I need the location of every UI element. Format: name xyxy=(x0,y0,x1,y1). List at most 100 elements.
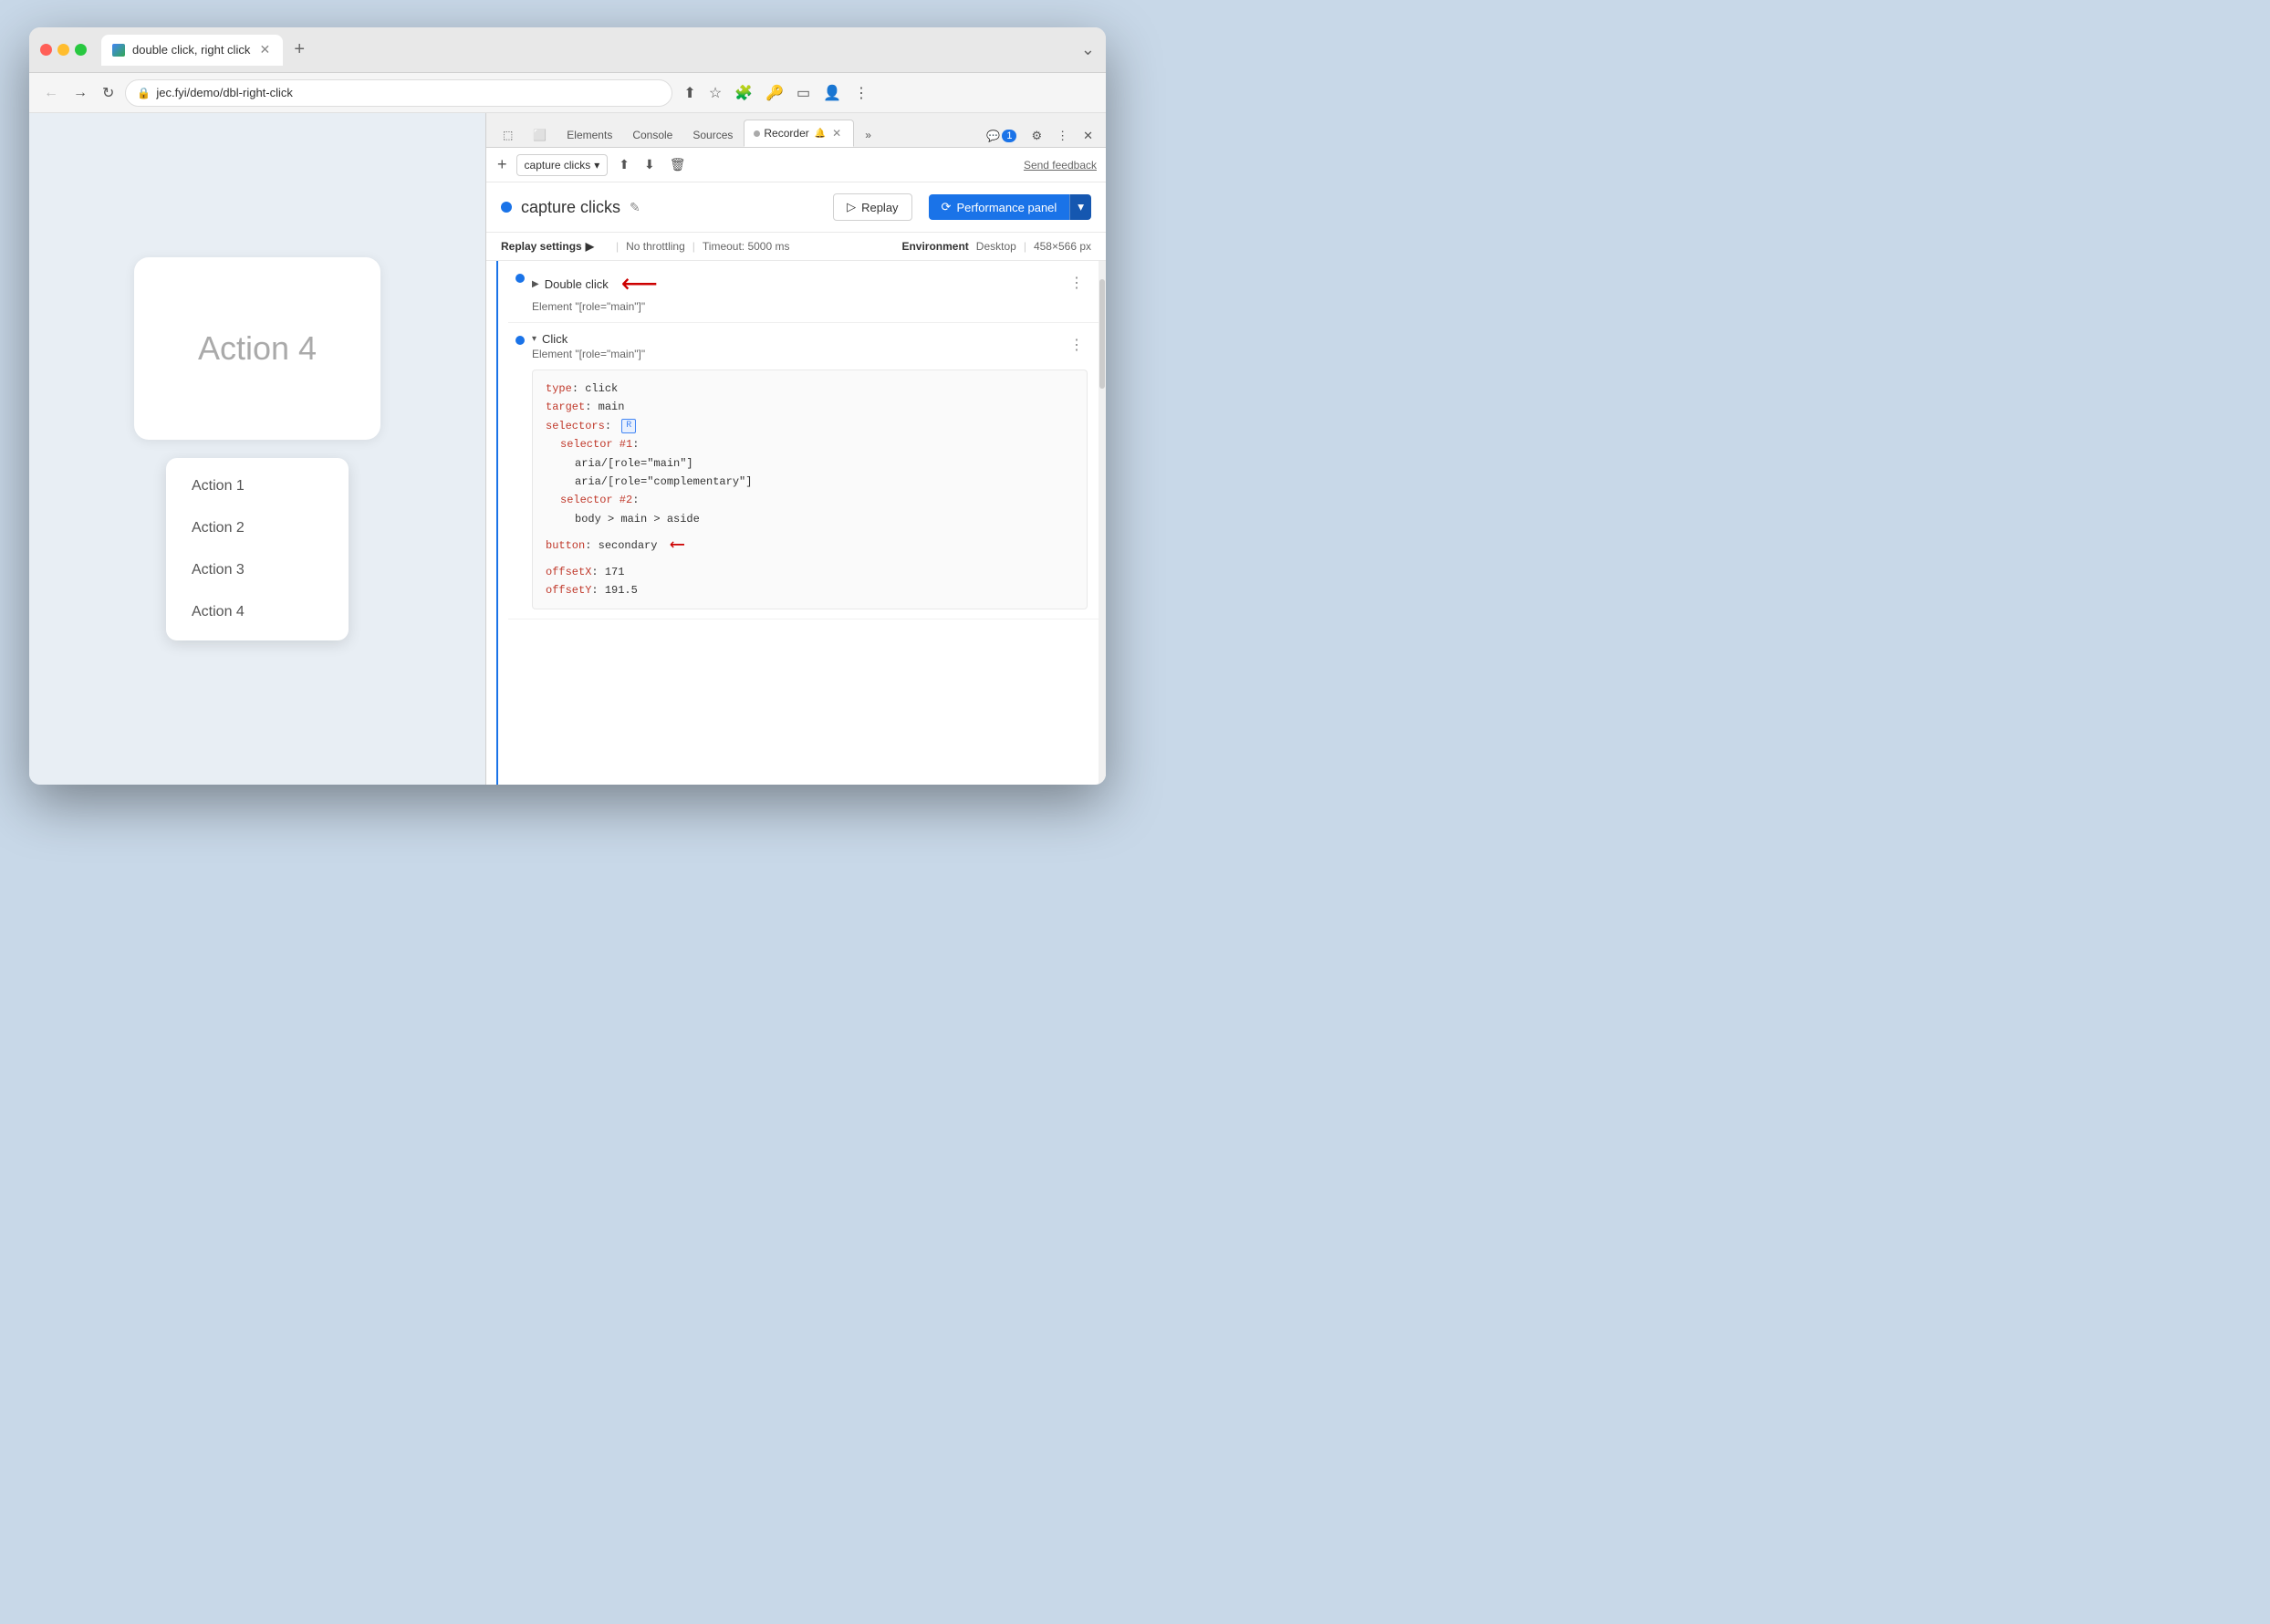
actions-area: ▶ Double click ⟵ Element "[role="main"]"… xyxy=(486,261,1106,785)
desktop-label: Desktop xyxy=(976,240,1016,253)
replay-label: Replay xyxy=(861,201,898,214)
replay-button[interactable]: ▷ Replay xyxy=(833,193,911,221)
maximize-traffic-light[interactable] xyxy=(75,44,87,56)
expand-arrow-2: ▾ xyxy=(532,334,536,344)
selector-icon[interactable]: R xyxy=(621,419,636,433)
import-button[interactable]: ⬇ xyxy=(640,153,659,176)
edit-title-icon[interactable]: ✎ xyxy=(630,200,640,215)
expand-arrow-1: ▶ xyxy=(532,279,539,289)
tab-more[interactable]: » xyxy=(856,123,880,147)
code-key-type: type xyxy=(546,382,572,395)
console-badge-button[interactable]: 💬 1 xyxy=(981,126,1022,146)
nav-bar: ← → ↻ 🔒 jec.fyi/demo/dbl-right-click ⬆ ☆… xyxy=(29,73,1106,113)
extensions-icon[interactable]: 🧩 xyxy=(731,80,756,106)
code-key-button: button xyxy=(546,539,585,552)
console-badge: 1 xyxy=(1002,130,1016,142)
timeout-label: Timeout: 5000 ms xyxy=(703,240,790,253)
action-info-1: ▶ Double click ⟵ Element "[role="main"]" xyxy=(532,270,1066,313)
minimize-traffic-light[interactable] xyxy=(57,44,69,56)
back-button[interactable]: ← xyxy=(40,81,62,105)
sidebar-toggle-icon[interactable]: ▭ xyxy=(793,80,814,106)
more-icon[interactable]: ⋮ xyxy=(850,80,872,106)
page-content: Action 4 Action 1 Action 2 Action 3 Acti… xyxy=(134,257,380,640)
dropdown-item-1[interactable]: Action 1 xyxy=(166,465,349,507)
action-menu-2[interactable]: ⋮ xyxy=(1066,332,1088,358)
code-key-offsety: offsetY xyxy=(546,584,591,597)
actions-list: ▶ Double click ⟵ Element "[role="main"]"… xyxy=(508,261,1099,785)
new-tab-button[interactable]: + xyxy=(286,36,312,64)
export-button[interactable]: ⬆ xyxy=(615,153,633,176)
forward-button[interactable]: → xyxy=(69,81,91,105)
nav-icons-right: ⬆ ☆ 🧩 🔑 ▭ 👤 ⋮ xyxy=(680,80,872,106)
environment-label: Environment xyxy=(901,240,968,253)
code-key-target: target xyxy=(546,401,585,413)
environment-section: Environment Desktop | 458×566 px xyxy=(901,240,1091,253)
recording-status-dot xyxy=(501,202,512,213)
url-text: jec.fyi/demo/dbl-right-click xyxy=(156,86,661,99)
devtools-close-button[interactable]: ✕ xyxy=(1078,125,1099,147)
action-item-click: ▾ Click Element "[role="main"]" ⋮ type: … xyxy=(508,323,1099,619)
tab-recorder[interactable]: Recorder 🔔 ✕ xyxy=(744,120,854,147)
throttling-label: No throttling xyxy=(626,240,685,253)
refresh-button[interactable]: ↻ xyxy=(99,80,118,106)
tab-title: double click, right click xyxy=(132,43,250,57)
recording-title: capture clicks xyxy=(521,198,620,217)
recorder-close-button[interactable]: ✕ xyxy=(829,126,844,141)
add-recording-button[interactable]: + xyxy=(495,153,509,176)
dropdown-chevron-icon: ▾ xyxy=(594,159,599,172)
code-key-sel2: selector #2 xyxy=(560,494,632,506)
tab-close-button[interactable]: ✕ xyxy=(257,43,272,57)
key-icon[interactable]: 🔑 xyxy=(762,80,787,106)
lock-icon: 🔒 xyxy=(137,87,151,99)
action-menu-1[interactable]: ⋮ xyxy=(1066,270,1088,296)
page-area: Action 4 Action 1 Action 2 Action 3 Acti… xyxy=(29,113,485,785)
tab-elements[interactable]: Elements xyxy=(557,123,621,147)
code-key-offsetx: offsetX xyxy=(546,566,591,578)
replay-settings-title[interactable]: Replay settings ▶ xyxy=(501,240,594,253)
recorder-header: capture clicks ✎ ▷ Replay ⟳ Performance … xyxy=(486,182,1106,233)
send-feedback-link[interactable]: Send feedback xyxy=(1024,159,1097,172)
dt-icon-inspect[interactable]: ⬚ xyxy=(494,123,522,147)
recording-dropdown[interactable]: capture clicks ▾ xyxy=(516,154,609,176)
bookmark-icon[interactable]: ☆ xyxy=(705,80,725,106)
code-val-sel1a: aria/[role="main"] xyxy=(575,457,693,470)
title-bar: double click, right click ✕ + ⌄ xyxy=(29,27,1106,73)
tab-sources[interactable]: Sources xyxy=(683,123,742,147)
settings-separator: | xyxy=(692,240,695,253)
active-tab[interactable]: double click, right click ✕ xyxy=(101,35,283,66)
code-val-sel2: body > main > aside xyxy=(575,513,700,526)
dropdown-item-2[interactable]: Action 2 xyxy=(166,507,349,549)
devtools-toolbar: + capture clicks ▾ ⬆ ⬇ 🗑 Send feedback xyxy=(486,148,1106,182)
main-card[interactable]: Action 4 xyxy=(134,257,380,440)
share-icon[interactable]: ⬆ xyxy=(680,80,699,106)
replay-settings-bar: Replay settings ▶ | No throttling | Time… xyxy=(486,233,1106,261)
settings-button[interactable]: ⚙ xyxy=(1026,125,1047,147)
recording-indicator xyxy=(754,130,760,137)
timeline-line xyxy=(496,261,498,785)
scrollbar[interactable] xyxy=(1099,261,1106,785)
scrollbar-thumb[interactable] xyxy=(1099,279,1105,389)
action-type-label-1: Double click xyxy=(545,277,609,291)
code-key-sel1: selector #1 xyxy=(560,438,632,451)
address-bar[interactable]: 🔒 jec.fyi/demo/dbl-right-click xyxy=(125,79,672,107)
resolution-label: 458×566 px xyxy=(1034,240,1091,253)
dropdown-item-3[interactable]: Action 3 xyxy=(166,549,349,591)
dt-icon-device[interactable]: ⬜ xyxy=(524,123,556,147)
code-val-sel1b: aria/[role="complementary"] xyxy=(575,475,752,488)
window-controls-right: ⌄ xyxy=(1081,40,1095,59)
action-element-1: Element "[role="main"]" xyxy=(532,300,1066,313)
action-info-2: ▾ Click Element "[role="main"]" xyxy=(532,332,1066,360)
profile-icon[interactable]: 👤 xyxy=(819,80,845,106)
red-arrow-2: ⟵ xyxy=(672,534,683,557)
close-traffic-light[interactable] xyxy=(40,44,52,56)
tab-favicon xyxy=(112,44,125,57)
devtools-more-button[interactable]: ⋮ xyxy=(1051,125,1074,147)
code-key-selectors: selectors xyxy=(546,420,605,432)
dropdown-item-4[interactable]: Action 4 xyxy=(166,591,349,633)
action-header-click[interactable]: ▾ Click Element "[role="main"]" ⋮ xyxy=(508,323,1099,370)
performance-panel-button[interactable]: ⟳ Performance panel xyxy=(929,194,1070,220)
performance-panel-dropdown-button[interactable]: ▾ xyxy=(1069,194,1091,220)
delete-button[interactable]: 🗑 xyxy=(666,153,690,176)
tab-console[interactable]: Console xyxy=(623,123,682,147)
action-header-double-click[interactable]: ▶ Double click ⟵ Element "[role="main"]"… xyxy=(508,261,1099,322)
